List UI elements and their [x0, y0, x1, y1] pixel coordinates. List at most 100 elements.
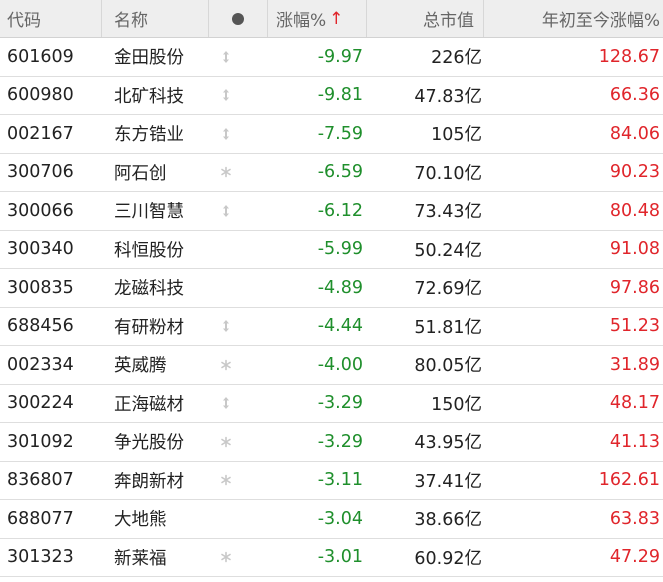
change-percent: -4.89	[317, 277, 363, 298]
stock-table: 代码 名称 涨幅% ↑ 总市值 年初至今涨幅% 601609 金田股份 -9.97 2…	[0, 0, 663, 582]
column-header-code[interactable]: 代码	[0, 0, 102, 37]
row-mark	[209, 423, 268, 461]
stock-code: 300224	[7, 393, 74, 414]
table-row[interactable]: 601609 金田股份 -9.97 226亿 128.67	[0, 38, 663, 77]
ytd-change: 90.23	[609, 162, 660, 183]
ytd-change: 41.13	[609, 431, 660, 452]
row-mark	[209, 308, 268, 346]
table-row[interactable]: 301092 争光股份 -3.29 43.95亿 41.13	[0, 423, 663, 462]
stock-code: 688077	[7, 508, 74, 529]
column-header-ytd-change[interactable]: 年初至今涨幅%	[484, 0, 663, 37]
ytd-change: 162.61	[598, 470, 660, 491]
stock-name: 三川智慧	[114, 202, 184, 223]
ytd-change: 47.29	[609, 547, 660, 568]
stock-name: 新莱福	[114, 548, 167, 569]
market-cap: 38.66亿	[414, 510, 482, 531]
ytd-change: 63.83	[609, 508, 660, 529]
stock-code: 836807	[7, 470, 74, 491]
table-row[interactable]: 300340 科恒股份 -5.99 50.24亿 91.08	[0, 231, 663, 269]
change-percent: -3.01	[317, 547, 363, 568]
change-percent: -9.81	[317, 85, 363, 106]
stock-name: 龙磁科技	[114, 279, 184, 300]
market-cap: 80.05亿	[414, 356, 482, 377]
column-header-mark[interactable]	[209, 0, 268, 37]
table-row[interactable]: 688077 大地熊 -3.04 38.66亿 63.83	[0, 500, 663, 539]
row-mark	[209, 77, 268, 115]
change-percent: -6.12	[317, 200, 363, 221]
row-mark	[209, 385, 268, 423]
ytd-change: 51.23	[609, 316, 660, 337]
asterisk-icon	[220, 435, 232, 449]
stock-name: 金田股份	[114, 48, 184, 69]
ytd-change: 128.67	[598, 46, 660, 67]
table-row[interactable]: 301323 新莱福 -3.01 60.92亿 47.29	[0, 539, 663, 577]
row-mark	[209, 500, 268, 538]
market-cap: 60.92亿	[414, 548, 482, 569]
stock-name: 科恒股份	[114, 240, 184, 261]
ytd-change: 80.48	[609, 200, 660, 221]
table-row[interactable]: 300706 阿石创 -6.59 70.10亿 90.23	[0, 154, 663, 192]
table-row[interactable]: 300224 正海磁材 -3.29 150亿 48.17	[0, 385, 663, 423]
table-row[interactable]: 300835 龙磁科技 -4.89 72.69亿 97.86	[0, 269, 663, 308]
stock-code: 300340	[7, 239, 74, 260]
ytd-change: 66.36	[609, 85, 660, 106]
stock-name: 东方锆业	[114, 125, 184, 146]
change-percent: -7.59	[317, 123, 363, 144]
stock-name: 正海磁材	[114, 394, 184, 415]
ytd-change: 91.08	[609, 239, 660, 260]
stock-code: 688456	[7, 316, 74, 337]
market-cap: 150亿	[431, 394, 482, 415]
column-header-change[interactable]: 涨幅% ↑	[268, 0, 367, 37]
stock-name: 争光股份	[114, 433, 184, 454]
row-mark	[209, 346, 268, 384]
updown-icon	[220, 396, 232, 410]
change-percent: -3.11	[317, 470, 363, 491]
column-header-name[interactable]: 名称	[102, 0, 209, 37]
change-percent: -4.44	[317, 316, 363, 337]
market-cap: 226亿	[431, 48, 482, 69]
change-percent: -3.04	[317, 508, 363, 529]
stock-name: 奔朗新材	[114, 471, 184, 492]
stock-name: 大地熊	[114, 510, 167, 531]
table-row[interactable]: 836807 奔朗新材 -3.11 37.41亿 162.61	[0, 462, 663, 500]
table-row[interactable]: 002334 英威腾 -4.00 80.05亿 31.89	[0, 346, 663, 385]
table-header: 代码 名称 涨幅% ↑ 总市值 年初至今涨幅%	[0, 0, 663, 38]
stock-code: 600980	[7, 85, 74, 106]
asterisk-icon	[220, 550, 232, 564]
ytd-change: 31.89	[609, 354, 660, 375]
column-header-market-cap[interactable]: 总市值	[367, 0, 484, 37]
ytd-change: 84.06	[609, 123, 660, 144]
change-percent: -3.29	[317, 393, 363, 414]
row-mark	[209, 192, 268, 230]
row-mark	[209, 231, 268, 269]
asterisk-icon	[220, 358, 232, 372]
ytd-change: 48.17	[609, 393, 660, 414]
column-header-change-label: 涨幅%	[276, 11, 327, 31]
market-cap: 105亿	[431, 125, 482, 146]
table-row[interactable]: 688456 有研粉材 -4.44 51.81亿 51.23	[0, 308, 663, 346]
asterisk-icon	[220, 165, 232, 179]
dot-icon	[232, 12, 244, 25]
stock-name: 阿石创	[114, 163, 167, 184]
market-cap: 51.81亿	[414, 317, 482, 338]
change-percent: -5.99	[317, 239, 363, 260]
updown-icon	[220, 88, 232, 102]
table-row[interactable]: 300066 三川智慧 -6.12 73.43亿 80.48	[0, 192, 663, 231]
sort-ascending-icon: ↑	[329, 8, 344, 29]
market-cap: 37.41亿	[414, 471, 482, 492]
table-row[interactable]: 600980 北矿科技 -9.81 47.83亿 66.36	[0, 77, 663, 115]
table-body: 601609 金田股份 -9.97 226亿 128.67 600980 北矿科技 -9.81…	[0, 38, 663, 577]
market-cap: 50.24亿	[414, 240, 482, 261]
market-cap: 70.10亿	[414, 163, 482, 184]
stock-code: 301323	[7, 547, 74, 568]
stock-code: 300835	[7, 277, 74, 298]
stock-name: 北矿科技	[114, 86, 184, 107]
change-percent: -6.59	[317, 162, 363, 183]
row-mark	[209, 38, 268, 76]
market-cap: 47.83亿	[414, 86, 482, 107]
table-row[interactable]: 002167 东方锆业 -7.59 105亿 84.06	[0, 115, 663, 154]
stock-name: 英威腾	[114, 356, 167, 377]
ytd-change: 97.86	[609, 277, 660, 298]
market-cap: 43.95亿	[414, 433, 482, 454]
stock-name: 有研粉材	[114, 317, 184, 338]
